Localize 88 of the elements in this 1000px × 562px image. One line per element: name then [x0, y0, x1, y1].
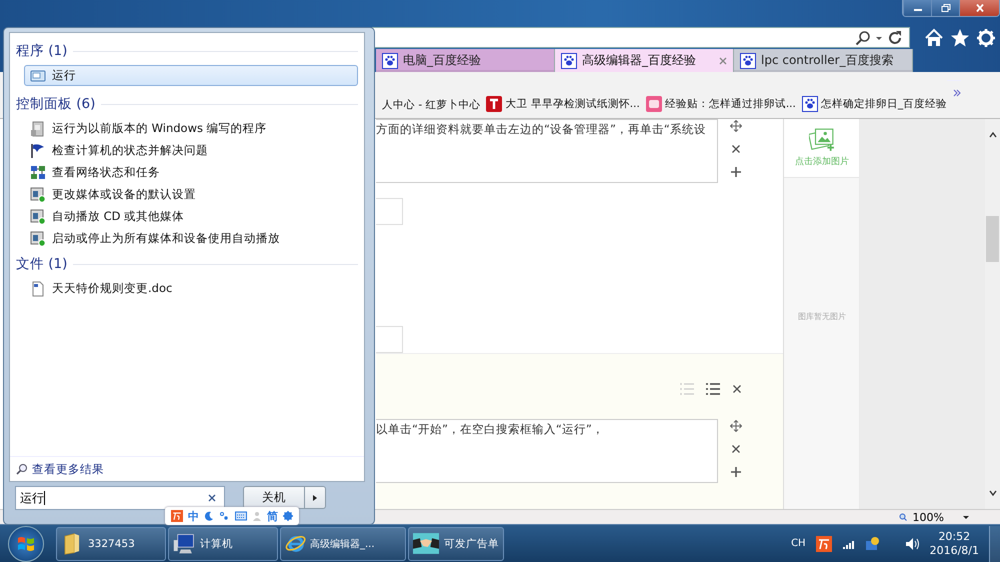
close-icon[interactable] [730, 443, 742, 455]
group-heading: 控制面板 (6) [16, 95, 96, 113]
browser-tab[interactable]: 高级编辑器_百度经验 [555, 49, 734, 72]
input-mode-toggle[interactable]: 中 [188, 510, 199, 522]
triangle-icon [312, 494, 318, 502]
favorite-link[interactable]: 经验贴：怎样通过排卵试... [646, 96, 796, 112]
text-box[interactable]: 以单击“开始”，在空白搜索框输入“运行”， [376, 419, 718, 483]
flag-icon [30, 142, 46, 158]
browser-tab[interactable]: lpc controller_百度搜索 [734, 49, 913, 72]
taskbar-button[interactable]: 3327453 [56, 526, 166, 560]
result-item[interactable]: 检查计算机的状态并解决问题 [24, 140, 358, 161]
search-field[interactable]: 运行 [15, 486, 225, 510]
window-icon [30, 68, 46, 84]
moon-icon[interactable] [204, 511, 214, 521]
result-item[interactable]: 运行为以前版本的 Windows 编写的程序 [24, 118, 358, 139]
scroll-thumb[interactable] [986, 216, 999, 262]
plus-icon[interactable] [730, 466, 742, 478]
scrollbar[interactable] [985, 119, 1000, 509]
move-icon[interactable] [730, 120, 742, 132]
browser-tab[interactable]: 电脑_百度经验 [376, 49, 555, 72]
scroll-down-icon[interactable] [988, 489, 996, 497]
result-item[interactable]: 自动播放 CD 或其他媒体 [24, 206, 358, 227]
more-results-link[interactable]: 查看更多结果 [10, 456, 364, 481]
page-icon [382, 52, 398, 68]
shutdown-button[interactable]: 关机 [243, 486, 305, 509]
input-method-icon[interactable] [170, 510, 183, 522]
paw-icon [802, 96, 818, 112]
result-item[interactable]: 运行 [24, 65, 358, 86]
zoom-icon[interactable] [898, 513, 907, 521]
scroll-up-icon[interactable] [988, 131, 996, 139]
punctuation-icon[interactable] [219, 511, 230, 521]
computer-icon [173, 532, 195, 554]
close-icon [974, 4, 984, 12]
minimize-button[interactable] [903, 0, 931, 16]
language-indicator[interactable]: CH [791, 538, 806, 549]
group-heading: 程序 (1) [16, 42, 68, 60]
settings-icon[interactable] [283, 511, 294, 521]
program-box-icon [30, 120, 46, 136]
refresh-icon[interactable] [887, 30, 903, 46]
zoom-level[interactable]: 100% [912, 510, 944, 524]
result-item[interactable]: 查看网络状态和任务 [24, 162, 358, 183]
network-icon [30, 164, 46, 180]
favorite-link[interactable]: 大卫 早早孕检测试纸测怀... [486, 96, 640, 112]
input-method-icon[interactable] [816, 536, 832, 552]
handshake-icon [413, 533, 439, 554]
keyboard-icon[interactable] [234, 510, 247, 522]
favorite-link[interactable]: 怎样确定排卵日_百度经验 [802, 96, 948, 112]
result-item[interactable]: 启动或停止为所有媒体和设备使用自动播放 [24, 228, 358, 249]
speaker-icon[interactable] [904, 536, 920, 552]
favorite-link[interactable]: 人中心 - 红萝卜中心 [382, 98, 480, 112]
close-button[interactable] [959, 0, 999, 16]
network-icon[interactable] [864, 536, 880, 552]
page-icon [561, 52, 577, 68]
dropdown-icon[interactable] [962, 513, 970, 521]
close-icon[interactable] [730, 143, 742, 155]
maximize-icon [940, 4, 950, 12]
bullet-list-icon[interactable] [705, 381, 722, 397]
text-box[interactable]: 方面的详细资料就要单击左边的“设备管理器”，再单击“系统设 [376, 119, 718, 183]
shutdown-options-button[interactable] [305, 486, 326, 509]
close-icon[interactable] [731, 383, 744, 395]
group-heading: 文件 (1) [16, 255, 68, 273]
search-icon[interactable] [855, 30, 871, 46]
close-tab-icon[interactable] [719, 56, 727, 64]
star-icon[interactable] [950, 28, 970, 48]
taskbar-button[interactable]: 可发广告单 [408, 526, 504, 560]
bookmark-icon [646, 96, 662, 112]
media-device-icon [30, 208, 46, 224]
media-device-icon [30, 230, 46, 246]
home-icon[interactable] [924, 28, 944, 48]
clear-icon[interactable] [208, 494, 216, 502]
script-toggle[interactable]: 简 [267, 510, 278, 522]
result-item[interactable]: 更改媒体或设备的默认设置 [24, 184, 358, 205]
search-icon [16, 463, 28, 475]
maximize-button[interactable] [931, 0, 959, 16]
bookmark-icon [486, 96, 502, 112]
page-icon [740, 52, 756, 68]
move-icon[interactable] [730, 420, 742, 432]
document-icon [30, 280, 46, 296]
image-icon [808, 128, 835, 152]
empty-gallery-note: 图库暂无图片 [798, 311, 846, 322]
clock[interactable]: 20:52 2016/8/1 [930, 530, 979, 558]
show-desktop-button[interactable] [989, 526, 1000, 562]
plus-icon[interactable] [730, 166, 742, 178]
start-button[interactable] [8, 526, 44, 562]
media-device-icon [30, 186, 46, 202]
result-item[interactable]: 天天特价规则变更.doc [24, 278, 358, 299]
taskbar-button[interactable]: 高级编辑器_... [280, 526, 406, 560]
taskbar-button[interactable]: 计算机 [168, 526, 278, 560]
